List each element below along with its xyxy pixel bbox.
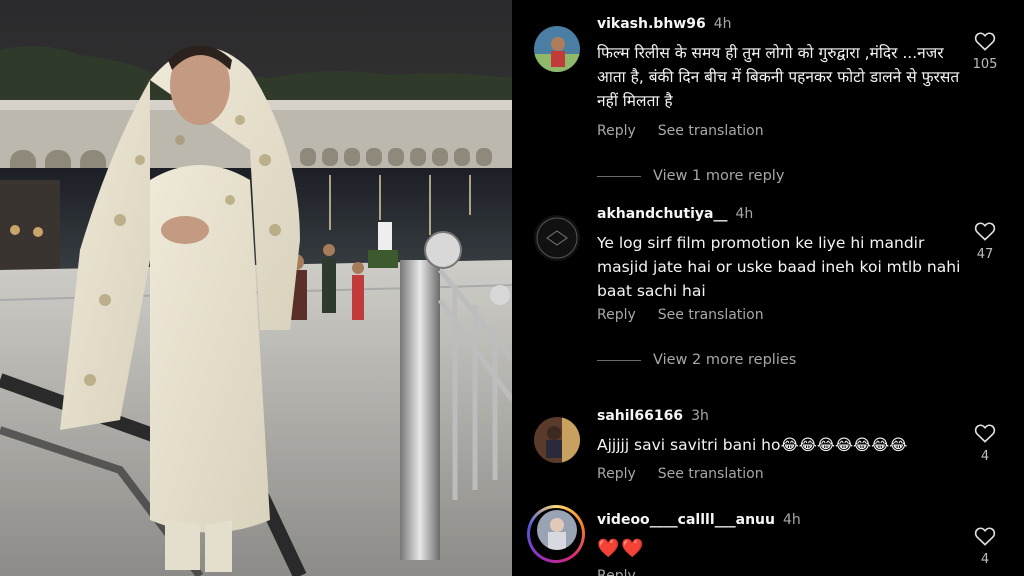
see-translation-button[interactable]: See translation [658, 307, 764, 323]
comment-actions: Reply See translation [597, 123, 764, 139]
avatar[interactable] [534, 26, 580, 72]
comment-meta: sahil66166 3h [597, 408, 709, 424]
post-photo [0, 0, 512, 576]
comment-actions: Reply See translation [597, 466, 764, 482]
heart-outline-icon [974, 424, 996, 443]
comment-time: 3h [691, 408, 709, 424]
like-count: 105 [972, 57, 998, 72]
username[interactable]: akhandchutiya__ [597, 206, 727, 222]
divider-line [597, 175, 641, 177]
view-replies-button[interactable]: View 1 more reply [597, 168, 897, 184]
like-button[interactable]: 47 [970, 221, 1000, 262]
view-replies-button[interactable]: View 2 more replies [597, 352, 897, 368]
avatar-image [534, 26, 580, 72]
like-count: 4 [980, 552, 990, 567]
avatar-image [537, 510, 577, 550]
see-translation-button[interactable]: See translation [658, 123, 764, 139]
like-button[interactable]: 4 [970, 423, 1000, 464]
heart-outline-icon [974, 32, 996, 51]
avatar[interactable] [534, 215, 580, 261]
comment-time: 4h [735, 206, 754, 222]
comment-text: Ajjjjj savi savitri bani ho😂😂😂😂😂😂😂 [597, 436, 908, 454]
avatar-image [534, 215, 580, 261]
comment-time: 4h [713, 16, 732, 32]
comment-text: फिल्म रिलीस के समय ही तुम लोगो को गुरुद्… [597, 44, 960, 110]
comment-meta: vikash.bhw96 4h [597, 16, 732, 32]
comment-actions: Reply [597, 568, 636, 576]
comment-time: 4h [782, 512, 801, 528]
see-translation-button[interactable]: See translation [658, 466, 764, 482]
username[interactable]: vikash.bhw96 [597, 16, 706, 32]
comment-actions: Reply See translation [597, 307, 764, 323]
reply-button[interactable]: Reply [597, 307, 636, 323]
divider-line [597, 359, 641, 361]
comment-text: ❤️❤️ [597, 538, 646, 559]
like-count: 4 [980, 449, 990, 464]
view-replies-label: View 2 more replies [653, 352, 797, 368]
username[interactable]: videoo____callll___anuu [597, 512, 775, 528]
heart-outline-icon [974, 527, 996, 546]
avatar[interactable] [534, 417, 580, 463]
avatar[interactable] [537, 510, 577, 550]
comments-panel: vikash.bhw96 4h फिल्म रिलीस के समय ही तुम… [512, 0, 1024, 576]
like-button[interactable]: 4 [970, 526, 1000, 567]
heart-outline-icon [974, 222, 996, 241]
reply-button[interactable]: Reply [597, 123, 636, 139]
like-button[interactable]: 105 [970, 31, 1000, 72]
gurudwara-photo-illustration [0, 0, 512, 576]
comment-meta: akhandchutiya__ 4h [597, 206, 753, 222]
avatar-image [534, 417, 580, 463]
comment-text: Ye log sirf film promotion ke liye hi ma… [597, 234, 961, 300]
username[interactable]: sahil66166 [597, 408, 683, 424]
reply-button[interactable]: Reply [597, 568, 636, 576]
view-replies-label: View 1 more reply [653, 168, 785, 184]
reply-button[interactable]: Reply [597, 466, 636, 482]
comment-meta: videoo____callll___anuu 4h [597, 512, 801, 528]
like-count: 47 [976, 247, 994, 262]
